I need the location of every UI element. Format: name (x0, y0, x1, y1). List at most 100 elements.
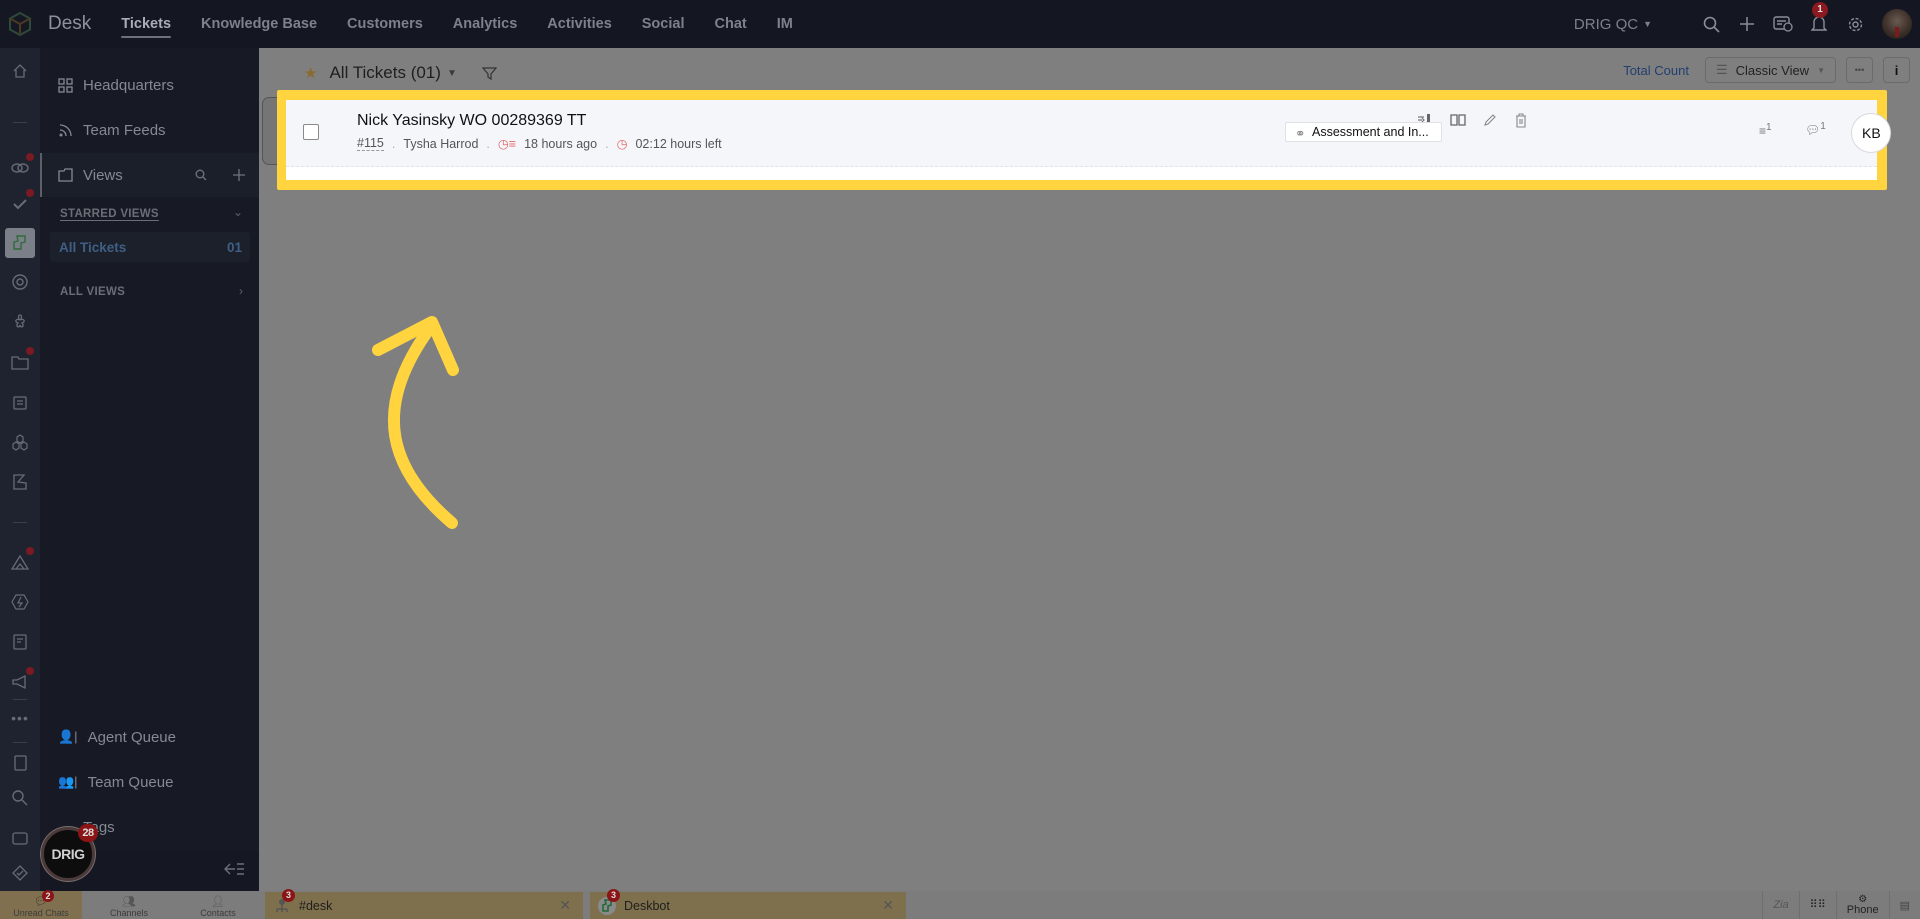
caret-down-icon: ▼ (1643, 19, 1652, 29)
rail-notes[interactable] (8, 390, 32, 414)
drig-floating-button[interactable]: DRIG 28 (41, 824, 98, 881)
view-mode-dropdown[interactable]: ☰ Classic View ▼ (1704, 57, 1836, 83)
ticket-checkbox[interactable] (303, 124, 319, 140)
trash-icon[interactable] (1514, 113, 1528, 128)
sidebar-item-team-queue[interactable]: 👥| Team Queue (40, 760, 259, 804)
sidebar-item-label: Team Feeds (83, 121, 166, 139)
caret-down-icon[interactable]: ▼ (447, 68, 457, 79)
close-icon[interactable]: ✕ (882, 897, 894, 914)
org-name: DRIG QC (1573, 15, 1639, 33)
comment-count[interactable]: 💬︎1 (1805, 121, 1826, 137)
ticket-contact[interactable]: Tysha Harrod (403, 137, 478, 151)
ticket-id[interactable]: #115 (357, 136, 384, 151)
rail-analytics-app[interactable] (8, 547, 34, 574)
sidebar-item-agent-queue[interactable]: 👤| Agent Queue (40, 715, 259, 759)
tab-im[interactable]: IM (777, 0, 793, 48)
tab-activities[interactable]: Activities (547, 0, 611, 48)
rail-contacts-book[interactable] (8, 751, 32, 775)
chevron-right-icon[interactable]: › (239, 284, 243, 298)
starred-view-all-tickets[interactable]: All Tickets 01 (50, 232, 250, 262)
dialpad-button[interactable]: ⠿⠿ (1798, 891, 1836, 919)
notification-badge: 1 (1812, 2, 1828, 18)
chat-window-desk[interactable]: 3 #desk ✕ (265, 888, 583, 919)
chat-title: #desk (299, 898, 333, 913)
ticket-owner-avatar[interactable]: KB (1851, 113, 1891, 153)
mountain-icon (11, 554, 29, 570)
app-name: Desk (48, 13, 92, 34)
rail-campaigns[interactable] (8, 667, 34, 694)
feed-icon (59, 123, 72, 136)
book-icon[interactable] (1450, 113, 1466, 127)
thread-count[interactable]: ≡1 (1759, 122, 1772, 138)
due-clock-icon: ◷ (616, 137, 628, 151)
phone-button[interactable]: ⚙ Phone (1835, 891, 1889, 919)
ticket-subject[interactable]: Nick Yasinsky WO 00289369 TT (357, 112, 586, 130)
rail-products[interactable] (8, 430, 32, 454)
total-count-link[interactable]: Total Count (1623, 63, 1689, 78)
rail-integrations[interactable] (8, 153, 34, 180)
ticket-row[interactable]: Nick Yasinsky WO 00289369 TT #115 . Tysh… (286, 100, 1891, 180)
starred-views-heading[interactable]: STARRED VIEWS (60, 208, 159, 220)
rail-community[interactable] (8, 310, 32, 334)
rail-desk[interactable] (8, 231, 32, 255)
add-button[interactable] (1730, 0, 1764, 48)
rail-contracts[interactable] (8, 630, 32, 654)
rail-scheduler[interactable] (8, 470, 32, 494)
more-apps-icon[interactable]: ••• (8, 706, 32, 730)
rail-home[interactable] (8, 59, 32, 83)
tab-contacts[interactable]: 👤︎ Contacts (177, 891, 259, 919)
rail-flow[interactable] (8, 590, 32, 614)
ticket-info-button[interactable] (1766, 0, 1800, 48)
tab-analytics[interactable]: Analytics (453, 0, 517, 48)
avatar[interactable] (1882, 9, 1912, 39)
edit-icon[interactable] (1483, 113, 1497, 127)
notifications-button[interactable]: 1 (1802, 0, 1836, 48)
close-icon[interactable]: ✕ (559, 897, 571, 914)
rail-approvals[interactable] (8, 189, 34, 216)
more-options-button[interactable]: ••• (1846, 57, 1873, 83)
star-icon[interactable]: ★ (304, 64, 317, 82)
notes-button[interactable]: ▤ (1888, 891, 1920, 919)
tab-unread-chats[interactable]: 💬︎ Unread Chats 2 (0, 890, 82, 919)
filter-icon[interactable] (481, 66, 497, 81)
tag-icon (12, 865, 28, 881)
rail-mentions[interactable] (8, 270, 32, 294)
search-icon (1703, 16, 1720, 33)
sidebar-item-team-feeds[interactable]: Team Feeds (40, 108, 259, 152)
notification-dot (26, 347, 34, 355)
tab-channels[interactable]: 👥︎ Channels (88, 891, 170, 919)
collapse-sidebar-icon[interactable] (223, 861, 245, 877)
all-views-heading[interactable]: ALL VIEWS (60, 286, 125, 298)
top-navigation-bar: Desk Tickets Knowledge Base Customers An… (0, 0, 1920, 48)
search-button[interactable] (1694, 0, 1728, 48)
folder-icon (58, 168, 73, 182)
rail-search-logs[interactable] (8, 786, 32, 810)
unread-badge: 2 (42, 890, 54, 902)
add-view-icon[interactable] (233, 169, 245, 181)
desk-logo[interactable] (0, 0, 40, 48)
view-title[interactable]: All Tickets (01) (329, 63, 440, 83)
zia-button[interactable]: Zia (1762, 891, 1798, 919)
chevron-down-icon[interactable]: ⌄ (233, 205, 243, 219)
tab-social[interactable]: Social (642, 0, 685, 48)
rail-wallet[interactable] (8, 826, 32, 850)
org-switcher[interactable]: DRIG QC ▼ (1574, 16, 1652, 33)
ticket-due-time: 02:12 hours left (635, 136, 722, 151)
tab-customers[interactable]: Customers (347, 0, 423, 48)
separator-dot: . (391, 136, 396, 151)
sidebar-item-views[interactable]: Views (40, 153, 259, 197)
rail-reports[interactable] (8, 347, 34, 374)
created-clock-icon: ◷≡ (497, 137, 517, 151)
ticket-tag[interactable]: ⚭ Assessment and In... (1285, 122, 1442, 142)
tab-knowledge-base[interactable]: Knowledge Base (201, 0, 317, 48)
chat-window-deskbot[interactable]: 3 Deskbot ✕ (590, 888, 906, 919)
settings-button[interactable] (1838, 0, 1872, 48)
tab-tickets[interactable]: Tickets (121, 0, 171, 48)
info-button[interactable]: i (1883, 57, 1910, 83)
tab-chat[interactable]: Chat (714, 0, 746, 48)
rail-tags[interactable] (8, 861, 32, 885)
sidebar-item-headquarters[interactable]: Headquarters (40, 63, 259, 107)
flower-icon (15, 314, 25, 328)
search-views-icon[interactable] (195, 169, 207, 181)
cubes-icon (12, 434, 28, 451)
